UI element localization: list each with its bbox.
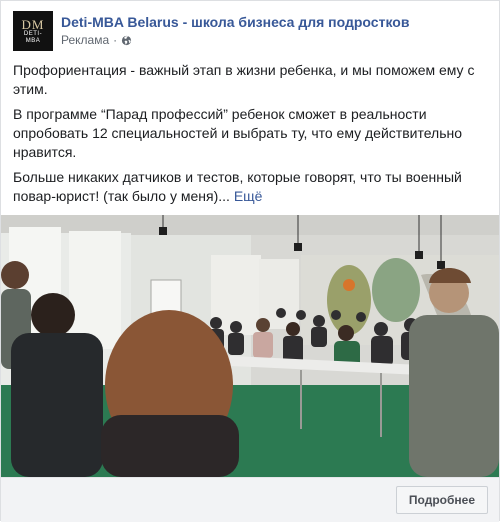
- post-paragraph-3: Больше никаких датчиков и тестов, которы…: [13, 168, 485, 206]
- sponsored-post: DM DETI- MBA Deti-MBA Belarus - школа би…: [0, 0, 500, 522]
- sponsored-label[interactable]: Реклама: [61, 33, 109, 47]
- post-footer: Подробнее: [1, 477, 499, 522]
- logo-mark: DM: [21, 16, 45, 32]
- logo-text-2: MBA: [25, 37, 41, 44]
- post-paragraph-2: В программе “Парад профессий” ребенок см…: [13, 106, 463, 160]
- post-text: Профориентация - важный этап в жизни реб…: [13, 61, 485, 212]
- classroom-photo: [1, 215, 499, 477]
- learn-more-button[interactable]: Подробнее: [395, 486, 488, 514]
- post-header: DM DETI- MBA Deti-MBA Belarus - школа би…: [13, 11, 487, 51]
- logo-text-1: DETI-: [23, 30, 43, 37]
- globe-icon: [122, 35, 132, 45]
- meta-separator: ·: [113, 33, 118, 47]
- page-avatar[interactable]: DM DETI- MBA: [13, 11, 53, 51]
- post-photo[interactable]: [1, 215, 499, 477]
- see-more-link[interactable]: Ещё: [234, 188, 263, 204]
- page-name-link[interactable]: Deti-MBA Belarus - школа бизнеса для под…: [61, 14, 409, 30]
- post-meta: Реклама ·: [61, 33, 132, 47]
- post-paragraph-1: Профориентация - важный этап в жизни реб…: [13, 62, 475, 97]
